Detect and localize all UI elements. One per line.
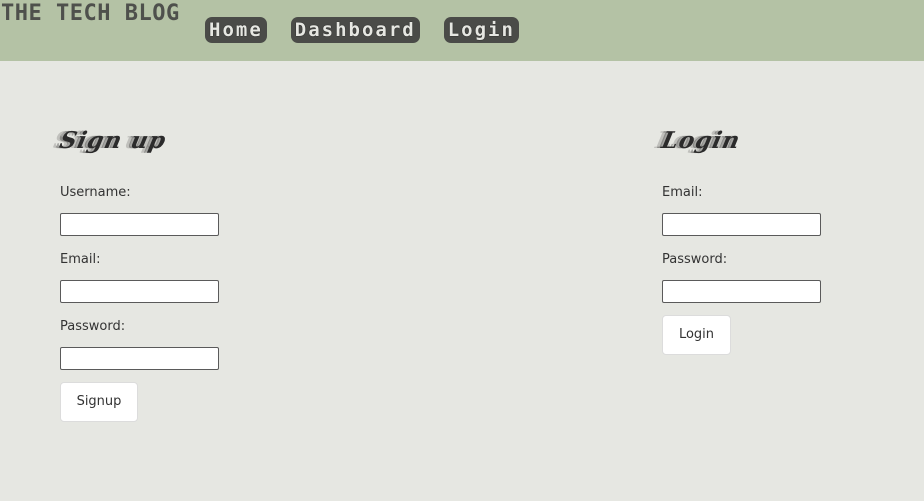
login-button[interactable]: Login: [662, 315, 731, 355]
login-title: Login: [659, 127, 744, 154]
nav-login-link[interactable]: Login: [443, 17, 519, 43]
signup-email-input[interactable]: [60, 280, 219, 303]
login-email-input[interactable]: [662, 213, 821, 236]
signup-password-input[interactable]: [60, 347, 219, 370]
signup-email-label: Email:: [60, 252, 101, 267]
site-title[interactable]: THE TECH BLOG: [1, 1, 180, 27]
signup-title: Sign up: [57, 127, 169, 154]
site-header: THE TECH BLOG Home Dashboard Login: [0, 0, 924, 61]
signup-username-label: Username:: [60, 185, 131, 200]
login-password-label: Password:: [662, 252, 728, 267]
nav-home-link[interactable]: Home: [205, 17, 267, 43]
signup-password-label: Password:: [60, 319, 126, 334]
main-nav: Home Dashboard Login: [205, 17, 519, 43]
signup-username-input[interactable]: [60, 213, 219, 236]
login-email-label: Email:: [662, 185, 703, 200]
signup-button[interactable]: Signup: [60, 382, 138, 422]
nav-dashboard-link[interactable]: Dashboard: [290, 17, 420, 43]
login-password-input[interactable]: [662, 280, 821, 303]
